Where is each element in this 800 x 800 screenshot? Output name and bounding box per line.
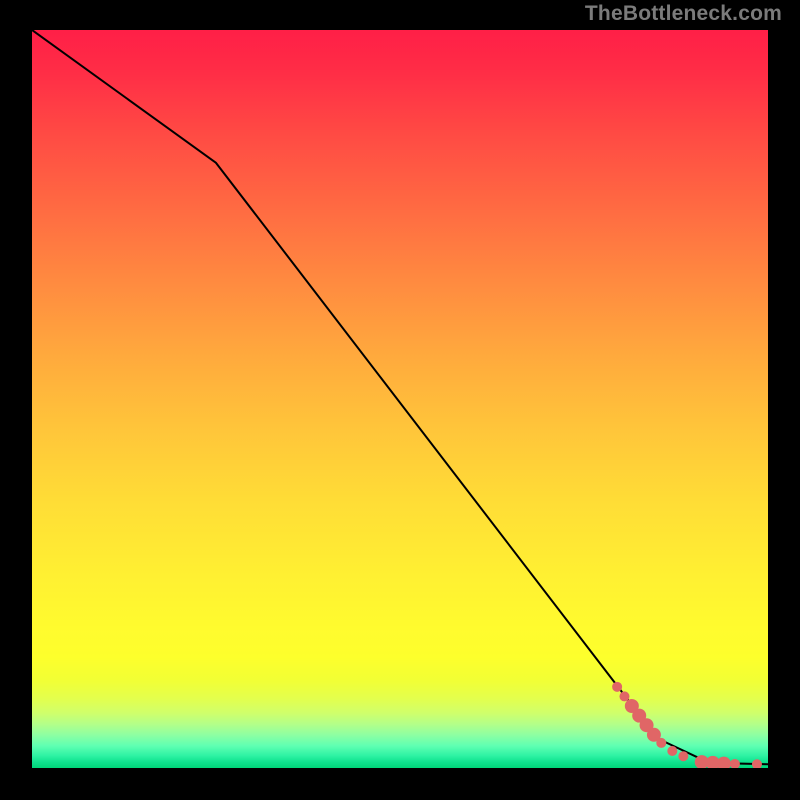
data-point (667, 746, 677, 756)
data-point (656, 738, 666, 748)
data-point (640, 718, 654, 732)
bottleneck-curve-line (32, 30, 768, 764)
data-points-group (612, 682, 762, 768)
data-point (706, 756, 720, 768)
attribution-label: TheBottleneck.com (585, 2, 782, 26)
chart-svg (32, 30, 768, 768)
data-point (730, 759, 740, 768)
chart-container: TheBottleneck.com (0, 0, 800, 800)
data-point (619, 691, 629, 701)
data-point (752, 759, 762, 768)
data-point (695, 755, 709, 768)
data-point (612, 682, 622, 692)
data-point (625, 699, 639, 713)
plot-area (32, 30, 768, 768)
data-point (632, 709, 646, 723)
data-point (678, 751, 688, 761)
data-point (647, 728, 661, 742)
data-point (717, 757, 731, 768)
